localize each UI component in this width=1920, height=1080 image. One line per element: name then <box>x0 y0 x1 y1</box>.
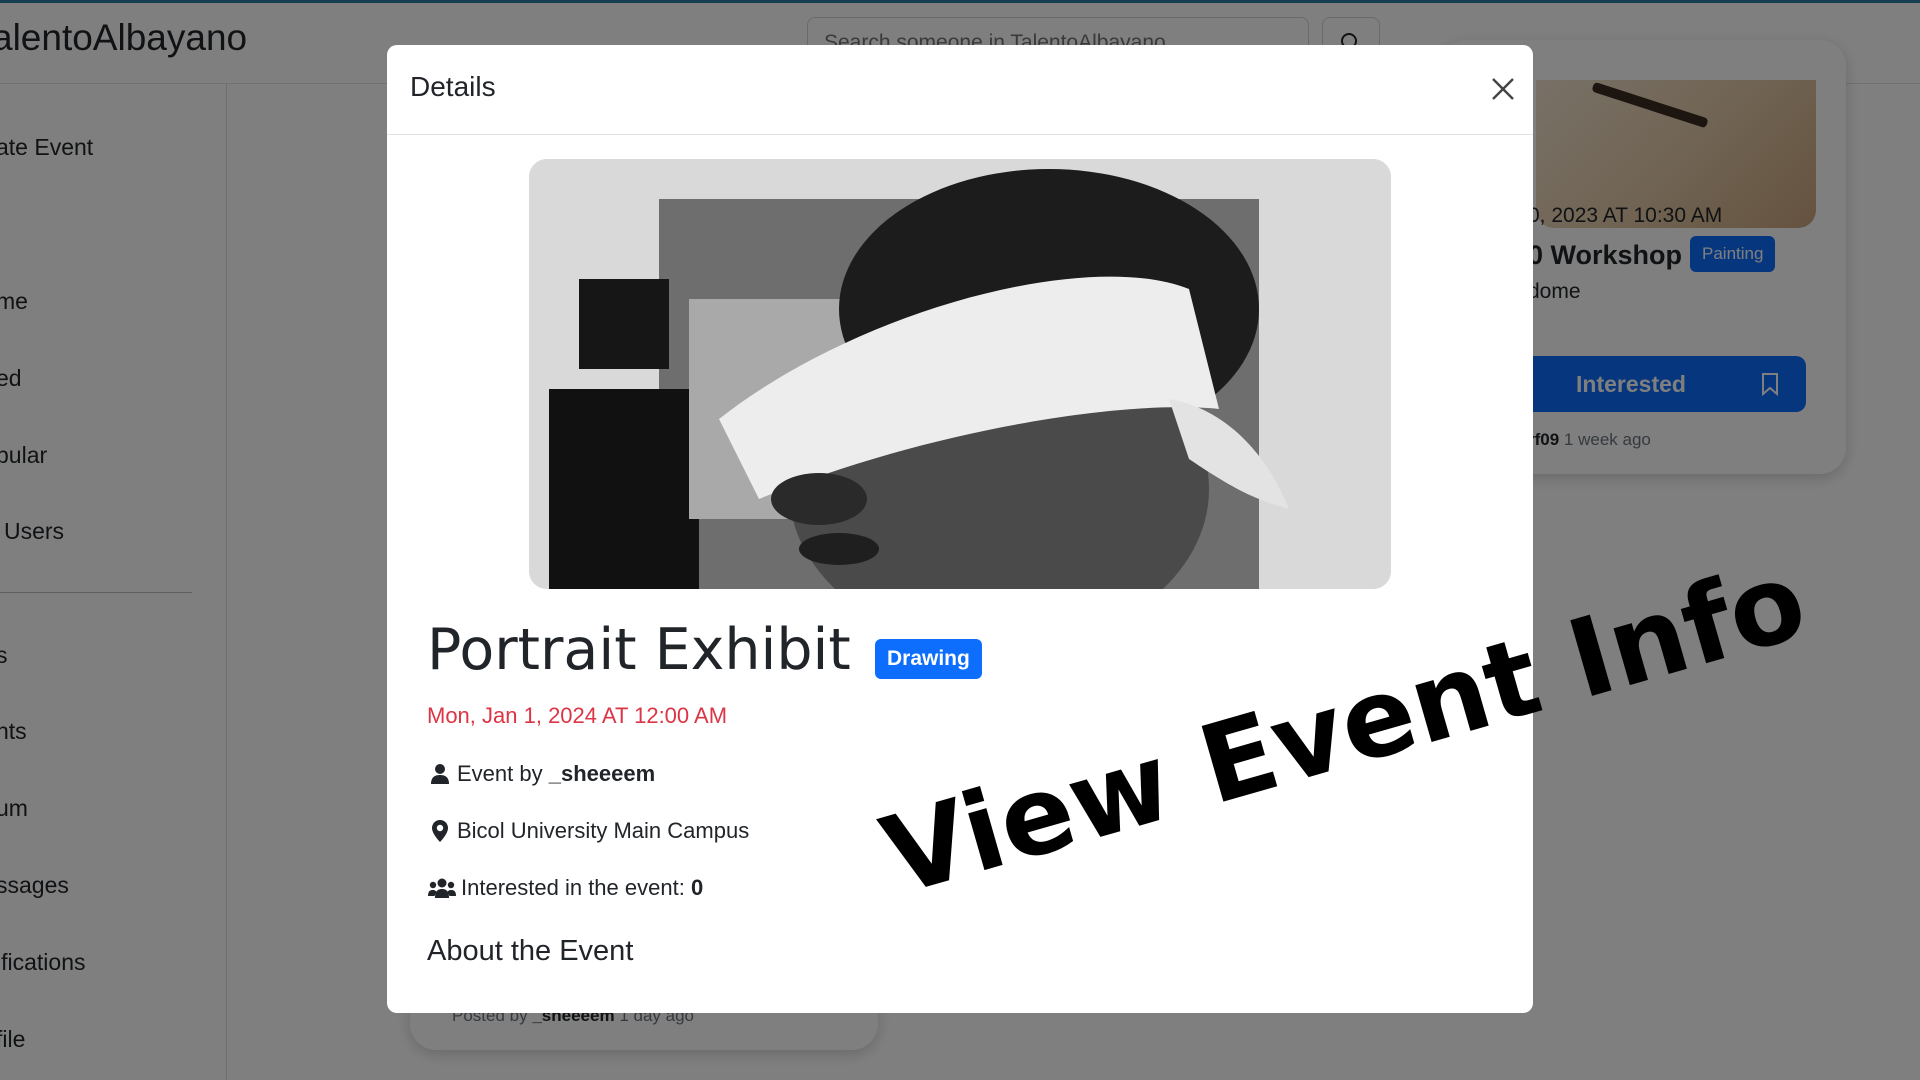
event-organizer-row: Event by _sheeeem <box>427 761 655 787</box>
about-heading: About the Event <box>427 935 634 967</box>
event-image <box>529 159 1391 589</box>
interested-prefix: Interested in the event: <box>461 875 685 900</box>
modal-header: Details <box>387 45 1533 135</box>
close-button[interactable] <box>1485 71 1521 107</box>
modal-title: Details <box>410 71 496 102</box>
event-title: Portrait Exhibit <box>427 617 851 683</box>
category-badge: Drawing <box>875 639 982 679</box>
interested-count: 0 <box>690 875 704 900</box>
map-pin-icon <box>427 818 453 844</box>
close-icon <box>1492 78 1514 100</box>
organizer-prefix: Event by <box>457 761 543 786</box>
event-date: Mon, Jan 1, 2024 AT 12:00 AM <box>427 703 728 728</box>
users-icon <box>427 875 457 901</box>
event-location: Bicol University Main Campus <box>457 818 750 843</box>
user-icon <box>427 761 453 787</box>
event-location-row: Bicol University Main Campus <box>427 818 749 844</box>
event-interest-row: Interested in the event: 0 <box>427 875 703 901</box>
organizer-name[interactable]: _sheeeem <box>549 761 655 787</box>
